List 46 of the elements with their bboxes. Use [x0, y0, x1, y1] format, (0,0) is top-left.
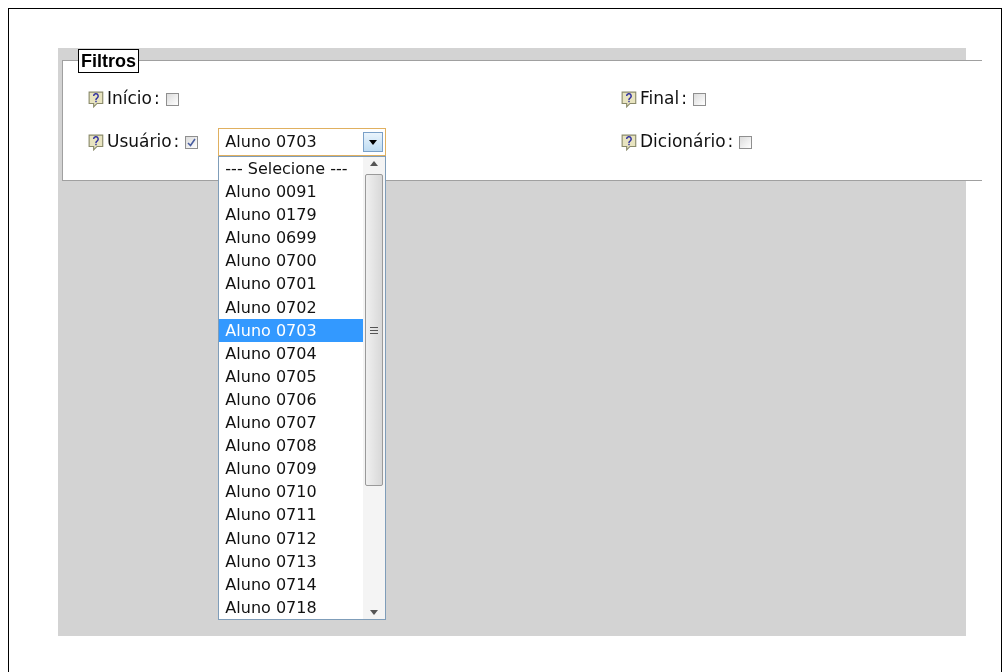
- dropdown-option[interactable]: --- Selecione ---: [219, 157, 364, 181]
- separator: :: [727, 130, 734, 154]
- separator: :: [154, 87, 160, 111]
- dropdown-option[interactable]: Aluno 0709: [219, 457, 364, 481]
- dropdown-option[interactable]: Aluno 0718: [219, 595, 364, 619]
- filter-label: Dicionário: [640, 130, 726, 154]
- grip-icon: [370, 326, 379, 334]
- dropdown-option[interactable]: Aluno 0705: [219, 364, 364, 388]
- separator: :: [173, 130, 180, 154]
- dropdown-option[interactable]: Aluno 0710: [219, 480, 364, 504]
- help-icon[interactable]: [88, 90, 105, 108]
- filter-label: Usuário: [107, 130, 172, 154]
- dropdown-option[interactable]: Aluno 0091: [219, 180, 364, 204]
- help-icon[interactable]: [88, 133, 105, 151]
- scroll-down-icon[interactable]: [370, 609, 379, 615]
- dropdown-button[interactable]: [363, 132, 384, 152]
- dropdown-option[interactable]: Aluno 0706: [219, 387, 364, 412]
- dropdown-option[interactable]: Aluno 0711: [219, 503, 364, 527]
- dropdown-option[interactable]: Aluno 0702: [219, 295, 364, 319]
- help-icon[interactable]: [621, 133, 638, 151]
- dropdown-option[interactable]: Aluno 0712: [219, 526, 364, 550]
- checkbox[interactable]: [692, 92, 706, 106]
- scrollbar-thumb[interactable]: [365, 174, 384, 486]
- dropdown-option[interactable]: Aluno 0713: [219, 549, 364, 573]
- scroll-up-icon[interactable]: [370, 161, 379, 166]
- filter-label: Início: [107, 87, 152, 111]
- dropdown-option[interactable]: Aluno 0714: [219, 572, 364, 596]
- dropdown-option[interactable]: Aluno 0179: [219, 203, 364, 227]
- separator: :: [681, 87, 687, 111]
- checkmark-icon: [187, 137, 197, 147]
- dropdown-option[interactable]: Aluno 0699: [219, 226, 364, 250]
- dropdown-option[interactable]: Aluno 0701: [219, 272, 364, 296]
- dropdown-option[interactable]: Aluno 0707: [219, 411, 364, 435]
- help-icon[interactable]: [621, 90, 638, 108]
- scrollbar[interactable]: [363, 157, 386, 619]
- checkbox[interactable]: [165, 92, 179, 106]
- select-value: Aluno 0703: [225, 131, 318, 153]
- dropdown-option[interactable]: Aluno 0700: [219, 249, 364, 273]
- legend: Filtros: [78, 49, 139, 73]
- checkbox[interactable]: [739, 135, 753, 149]
- checkbox[interactable]: [185, 135, 199, 149]
- filter-label: Final: [640, 87, 680, 111]
- dropdown-option[interactable]: Aluno 0708: [219, 434, 364, 458]
- dropdown-option[interactable]: Aluno 0704: [219, 341, 364, 365]
- caret-icon: [369, 139, 378, 145]
- select-field[interactable]: Aluno 0703: [218, 128, 387, 156]
